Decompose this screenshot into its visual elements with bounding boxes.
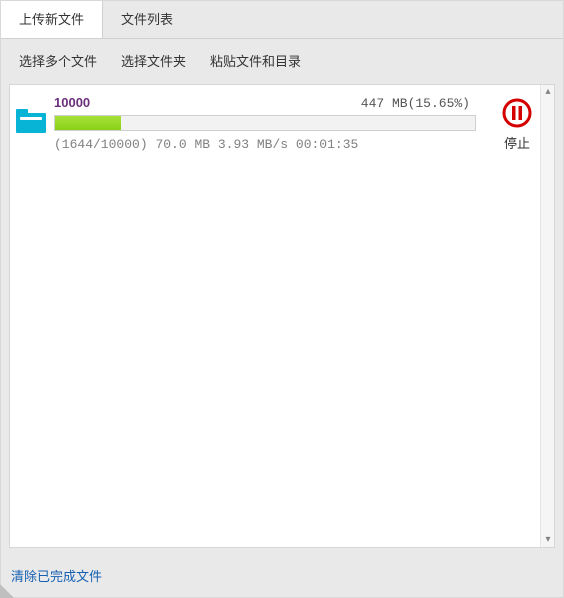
pause-icon[interactable] bbox=[501, 97, 533, 129]
select-folder-button[interactable]: 选择文件夹 bbox=[121, 51, 186, 70]
stop-label: 停止 bbox=[504, 133, 530, 152]
footer: 清除已完成文件 bbox=[1, 556, 563, 597]
progress-bar-fill bbox=[55, 116, 121, 130]
progress-bar-track bbox=[54, 115, 476, 131]
tabs: 上传新文件 文件列表 bbox=[1, 1, 563, 39]
upload-item-name: 10000 bbox=[54, 95, 90, 110]
vertical-scrollbar[interactable]: ▴ ▾ bbox=[540, 85, 554, 547]
toolbar: 选择多个文件 选择文件夹 粘贴文件和目录 bbox=[1, 39, 563, 84]
upload-stats: (1644/10000) 70.0 MB 3.93 MB/s 00:01:35 bbox=[54, 137, 476, 152]
folder-icon bbox=[16, 109, 46, 133]
tab-upload-new[interactable]: 上传新文件 bbox=[1, 1, 103, 38]
scroll-down-icon[interactable]: ▾ bbox=[541, 533, 555, 547]
resize-handle-icon[interactable] bbox=[0, 584, 14, 598]
upload-list: 10000 447 MB(15.65%) (1644/10000) 70.0 M… bbox=[9, 84, 555, 548]
clear-completed-link[interactable]: 清除已完成文件 bbox=[11, 569, 102, 584]
tab-file-list[interactable]: 文件列表 bbox=[103, 1, 191, 38]
upload-size-info: 447 MB(15.65%) bbox=[361, 96, 470, 111]
scroll-up-icon[interactable]: ▴ bbox=[541, 85, 555, 99]
paste-files-button[interactable]: 粘贴文件和目录 bbox=[210, 51, 301, 70]
select-multiple-files-button[interactable]: 选择多个文件 bbox=[19, 51, 97, 70]
upload-item: 10000 447 MB(15.65%) (1644/10000) 70.0 M… bbox=[10, 85, 554, 156]
